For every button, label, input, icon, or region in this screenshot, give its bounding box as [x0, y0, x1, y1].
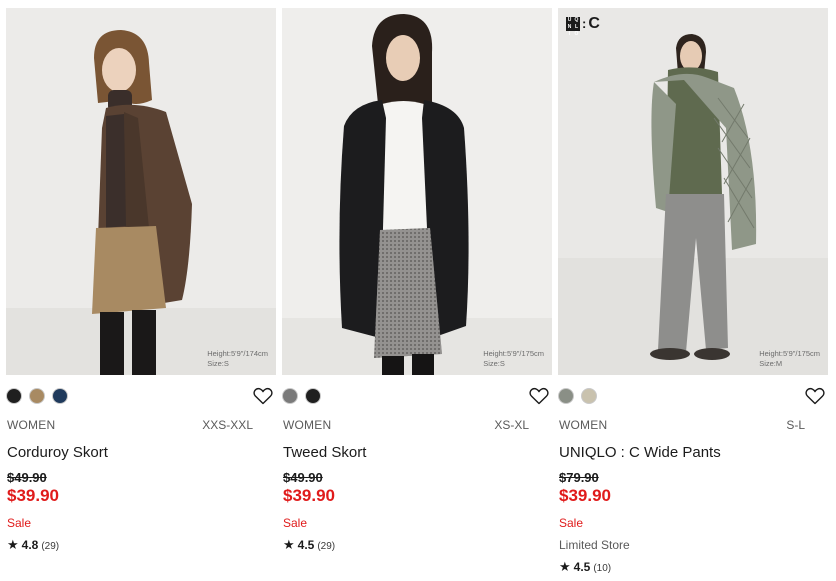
color-swatch[interactable] [7, 389, 21, 403]
color-swatch[interactable] [283, 389, 297, 403]
model-height: Height:5'9"/174cm [207, 349, 268, 358]
model-size-caption: Height:5'9"/175cm Size:M [759, 349, 820, 369]
product-card[interactable]: Height:5'9"/175cm Size:S WOMEN XS-XL Twe… [282, 8, 552, 581]
product-name[interactable]: UNIQLO : C Wide Pants [559, 444, 721, 461]
sale-price: $39.90 [559, 486, 611, 505]
color-swatches [559, 389, 596, 403]
product-name[interactable]: Tweed Skort [283, 444, 366, 461]
sale-flag: Sale [7, 516, 32, 530]
model-photo-illustration [558, 8, 828, 375]
product-gender: WOMEN [7, 418, 56, 432]
review-count: (10) [593, 563, 612, 574]
product-name[interactable]: Corduroy Skort [7, 444, 108, 461]
uniqlo-c-logo: UQ NL IO : C [566, 15, 600, 37]
color-swatch[interactable] [582, 389, 596, 403]
color-swatch[interactable] [306, 389, 320, 403]
heart-outline-icon[interactable] [805, 387, 825, 405]
review-count: (29) [317, 541, 336, 552]
product-grid: Height:5'9"/174cm Size:S WOMEN XXS-XXL C… [6, 8, 832, 581]
product-image[interactable]: Height:5'9"/175cm Size:S [282, 8, 552, 375]
color-swatches [7, 389, 67, 403]
model-size-caption: Height:5'9"/175cm Size:S [483, 349, 544, 369]
model-size-caption: Height:5'9"/174cm Size:S [207, 349, 268, 369]
color-swatch[interactable] [559, 389, 573, 403]
model-photo-illustration [6, 8, 276, 375]
uniqlo-logo-box: UQ NL IO [566, 17, 580, 37]
model-size: Size:S [207, 359, 229, 368]
product-card[interactable]: UQ NL IO : C Height:5'9"/175cm Size:M WO… [558, 8, 828, 581]
heart-outline-icon[interactable] [253, 387, 273, 405]
original-price: $79.90 [559, 470, 599, 485]
sale-price: $39.90 [7, 486, 59, 505]
product-size-range: XS-XL [494, 418, 529, 432]
review-count: (29) [41, 541, 60, 552]
product-image[interactable]: Height:5'9"/174cm Size:S [6, 8, 276, 375]
product-gender: WOMEN [283, 418, 332, 432]
star-icon: ★ [7, 537, 19, 552]
product-size-range: XXS-XXL [202, 418, 253, 432]
star-icon: ★ [283, 537, 295, 552]
model-size: Size:M [759, 359, 783, 368]
product-rating: ★ 4.5 (10) [559, 560, 611, 574]
product-size-range: S-L [786, 418, 805, 432]
original-price: $49.90 [283, 470, 323, 485]
model-height: Height:5'9"/175cm [483, 349, 544, 358]
heart-outline-icon[interactable] [529, 387, 549, 405]
star-icon: ★ [559, 559, 571, 574]
rating-value: 4.5 [297, 538, 315, 552]
color-swatches [283, 389, 320, 403]
model-size: Size:S [483, 359, 505, 368]
limited-store-note: Limited Store [559, 538, 630, 552]
product-rating: ★ 4.5 (29) [283, 538, 335, 552]
original-price: $49.90 [7, 470, 47, 485]
sale-price: $39.90 [283, 486, 335, 505]
product-gender: WOMEN [559, 418, 608, 432]
model-photo-illustration [282, 8, 552, 375]
color-swatch[interactable] [30, 389, 44, 403]
product-image[interactable]: UQ NL IO : C Height:5'9"/175cm Size:M [558, 8, 828, 375]
color-swatch[interactable] [53, 389, 67, 403]
product-card[interactable]: Height:5'9"/174cm Size:S WOMEN XXS-XXL C… [6, 8, 276, 581]
model-height: Height:5'9"/175cm [759, 349, 820, 358]
product-rating: ★ 4.8 (29) [7, 538, 59, 552]
rating-value: 4.8 [21, 538, 39, 552]
sale-flag: Sale [283, 516, 308, 530]
sale-flag: Sale [559, 516, 584, 530]
rating-value: 4.5 [573, 560, 591, 574]
